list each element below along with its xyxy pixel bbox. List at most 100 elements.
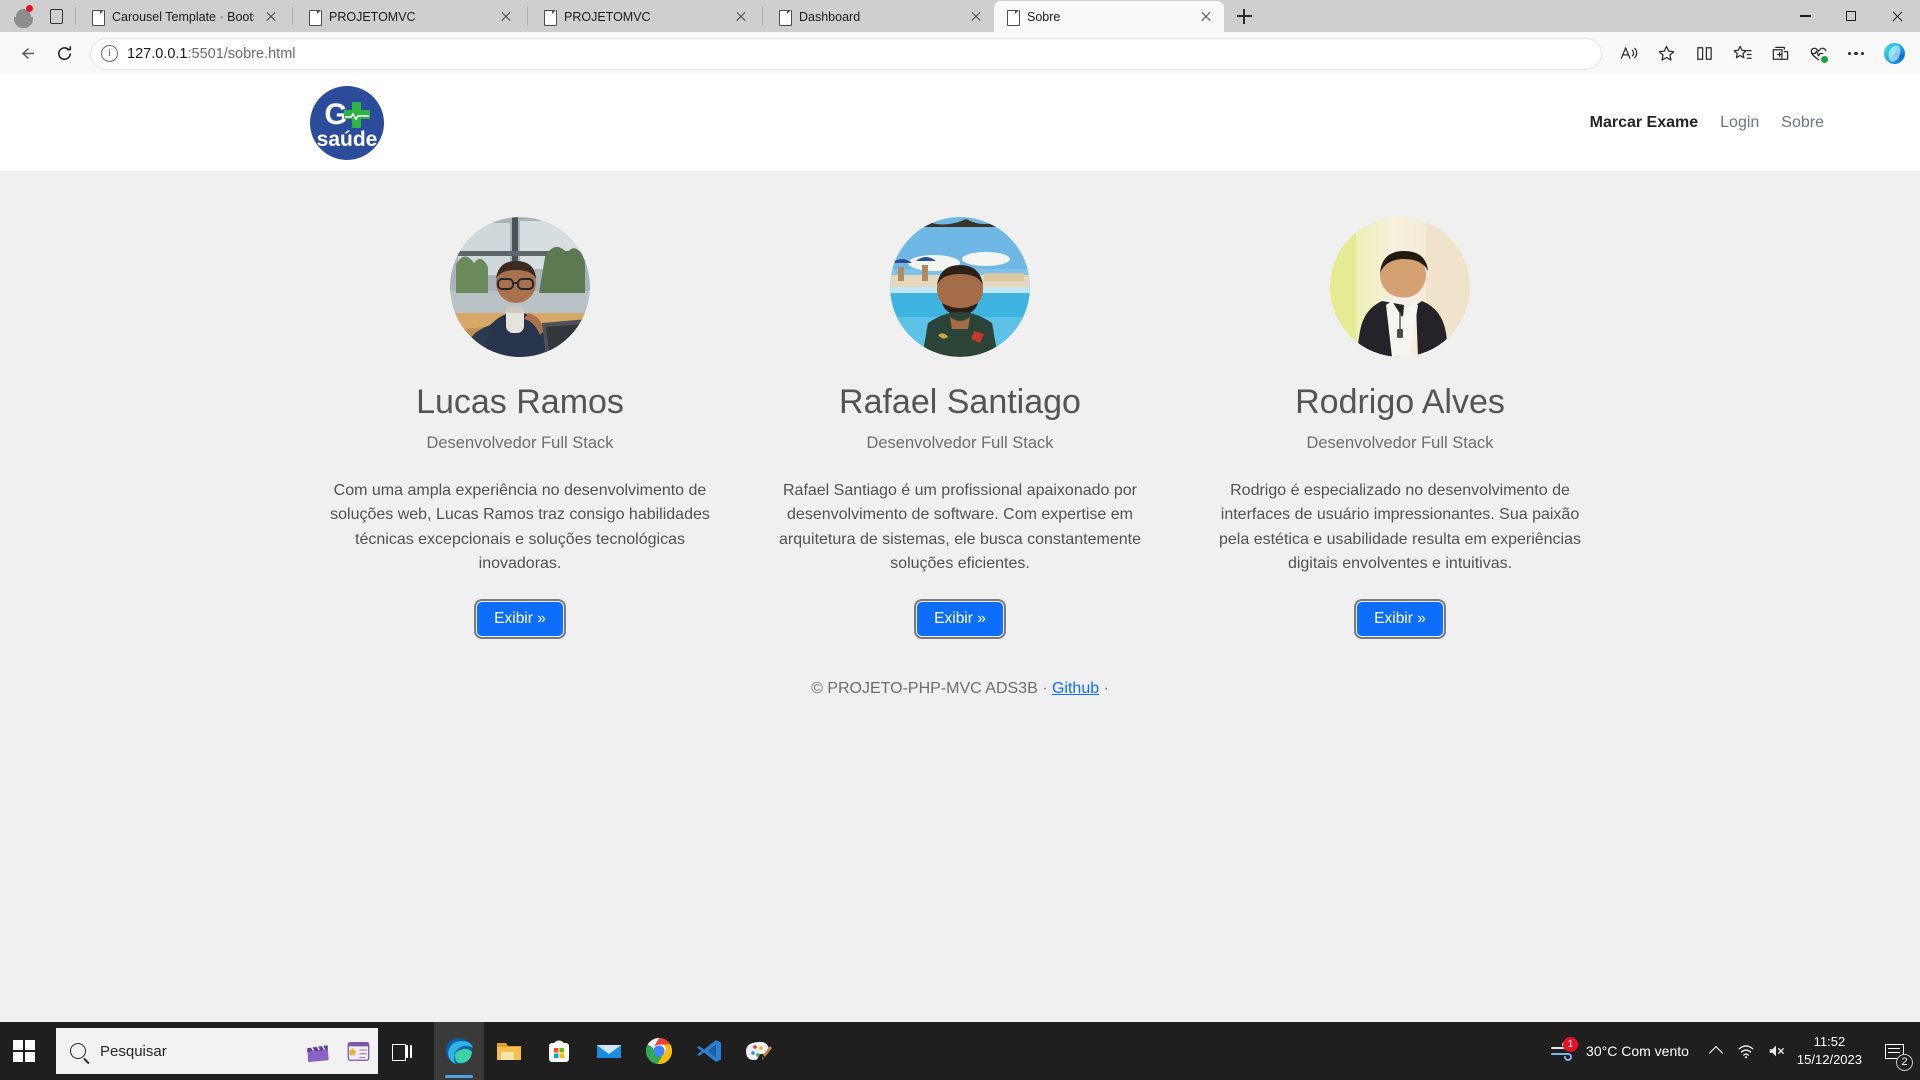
avatar-photo-lucas-ramos (450, 217, 590, 357)
browser-window: Carousel Template · Bootstrap v5 PROJETO… (0, 0, 1920, 1022)
news-card-icon (347, 1041, 370, 1061)
clapperboard-icon (307, 1045, 329, 1063)
nav-link-sobre[interactable]: Sobre (1781, 114, 1824, 132)
browser-tab-4-active[interactable]: Sobre (994, 1, 1224, 32)
tab-close-icon[interactable] (261, 7, 281, 27)
split-screen-button[interactable] (1686, 38, 1722, 70)
tab-title: PROJETOMVC (564, 9, 651, 24)
browser-toolbar (1610, 38, 1912, 70)
browser-tab-2[interactable]: PROJETOMVC (531, 1, 759, 32)
taskbar-app-edge[interactable] (434, 1022, 484, 1080)
taskbar-app-paint[interactable] (734, 1022, 784, 1080)
github-link[interactable]: Github (1052, 680, 1099, 697)
tab-close-icon[interactable] (966, 7, 986, 27)
address-bar[interactable]: i 127.0.0.1:5501/sobre.html (90, 37, 1602, 70)
browser-navigation-bar: i 127.0.0.1:5501/sobre.html (0, 32, 1920, 75)
web-page-content: G saúde Marcar Exame Login Sobre Lucas R… (0, 75, 1920, 1022)
new-tab-button[interactable] (1228, 1, 1260, 31)
browser-tab-1[interactable]: PROJETOMVC (296, 1, 524, 32)
browser-essentials-button[interactable] (1800, 38, 1836, 70)
member-bio: Com uma ampla experiência no desenvolvim… (330, 482, 710, 573)
back-button[interactable] (8, 38, 44, 70)
nav-link-login[interactable]: Login (1720, 114, 1759, 132)
exibir-button[interactable]: Exibir » (474, 599, 566, 640)
window-controls (1782, 0, 1920, 32)
site-header: G saúde Marcar Exame Login Sobre (0, 75, 1920, 171)
taskbar-app-mail[interactable] (584, 1022, 634, 1080)
close-icon (1891, 10, 1904, 23)
site-navigation: Marcar Exame Login Sobre (1590, 114, 1824, 132)
taskbar-app-chrome[interactable] (634, 1022, 684, 1080)
taskbar-app-file-explorer[interactable] (484, 1022, 534, 1080)
site-logo[interactable]: G saúde (310, 86, 384, 160)
page-favicon-icon (308, 9, 322, 26)
notifications-button[interactable]: 2 (1872, 1022, 1916, 1080)
page-favicon-icon (778, 9, 792, 26)
taskbar-search[interactable]: Pesquisar (56, 1028, 378, 1074)
copilot-button[interactable] (1876, 38, 1912, 70)
tab-title: Dashboard (799, 9, 861, 24)
close-window-button[interactable] (1874, 0, 1920, 32)
split-screen-icon (1696, 47, 1712, 60)
exibir-button[interactable]: Exibir » (914, 599, 1006, 640)
avatar (450, 217, 590, 357)
member-bio: Rafael Santiago é um profissional apaixo… (779, 482, 1141, 573)
maximize-button[interactable] (1828, 0, 1874, 32)
read-aloud-icon (1620, 47, 1637, 59)
tab-close-icon[interactable] (1196, 7, 1216, 27)
taskbar-clock[interactable]: 11:52 15/12/2023 (1791, 1033, 1872, 1068)
task-view-button[interactable] (378, 1022, 426, 1080)
exibir-button[interactable]: Exibir » (1354, 599, 1446, 640)
weather-alert-badge: 1 (1563, 1037, 1579, 1052)
nav-link-marcar-exame[interactable]: Marcar Exame (1590, 114, 1699, 132)
tab-title: Carousel Template · Bootstrap v5 (112, 9, 254, 24)
taskbar-app-microsoft-store[interactable] (534, 1022, 584, 1080)
profile-button[interactable] (6, 1, 40, 31)
heartbeat-line-icon (344, 113, 369, 120)
system-tray: 1 30°C Com vento 11:52 15/12/2023 2 (1538, 1022, 1920, 1080)
paint-icon (746, 1041, 772, 1060)
team-section: Lucas Ramos Desenvolvedor Full Stack Com… (0, 171, 1920, 640)
member-role: Desenvolvedor Full Stack (866, 434, 1054, 453)
settings-and-more-button[interactable] (1838, 38, 1874, 70)
read-aloud-button[interactable] (1610, 38, 1646, 70)
essentials-status-badge (1820, 54, 1829, 64)
team-member-card: Lucas Ramos Desenvolvedor Full Stack Com… (300, 217, 740, 640)
task-view-icon (392, 1043, 412, 1061)
weather-widget[interactable]: 1 30°C Com vento (1538, 1022, 1701, 1080)
url-text: 127.0.0.1:5501/sobre.html (127, 45, 296, 62)
vs-code-icon (697, 1040, 721, 1062)
show-hidden-icons-button[interactable] (1701, 1022, 1731, 1080)
volume-button[interactable] (1761, 1022, 1791, 1080)
browser-tab-0[interactable]: Carousel Template · Bootstrap v5 (79, 1, 289, 32)
maximize-icon (1846, 11, 1856, 21)
favorites-button[interactable] (1724, 38, 1760, 70)
medical-plus-icon (343, 101, 370, 128)
minimize-button[interactable] (1782, 0, 1828, 32)
avatar (890, 217, 1030, 357)
browser-tab-3[interactable]: Dashboard (766, 1, 994, 32)
member-name: Rodrigo Alves (1295, 383, 1505, 421)
site-info-icon[interactable]: i (101, 45, 118, 62)
network-button[interactable] (1731, 1022, 1761, 1080)
tab-strip: Carousel Template · Bootstrap v5 PROJETO… (0, 0, 1920, 32)
tab-close-icon[interactable] (496, 7, 516, 27)
windows-taskbar: Pesquisar 1 30°C Com vento 11:52 15/12/2… (0, 1022, 1920, 1080)
page-favicon-icon (1006, 9, 1020, 26)
avatar (1330, 217, 1470, 357)
member-role: Desenvolvedor Full Stack (426, 434, 614, 453)
taskbar-app-vs-code[interactable] (684, 1022, 734, 1080)
add-favorite-button[interactable] (1648, 38, 1684, 70)
reload-button[interactable] (46, 38, 82, 70)
footer-trailing: · (1103, 680, 1109, 698)
avatar-photo-rafael-santiago (890, 217, 1030, 357)
member-name: Lucas Ramos (416, 383, 624, 421)
chevron-up-icon (1708, 1045, 1723, 1061)
vertical-tabs-button[interactable] (40, 1, 72, 31)
team-member-card: Rodrigo Alves Desenvolvedor Full Stack R… (1180, 217, 1620, 640)
start-button[interactable] (0, 1022, 48, 1080)
taskbar-apps (434, 1022, 784, 1080)
tab-close-icon[interactable] (731, 7, 751, 27)
microsoft-store-icon (549, 1040, 569, 1062)
collections-button[interactable] (1762, 38, 1798, 70)
